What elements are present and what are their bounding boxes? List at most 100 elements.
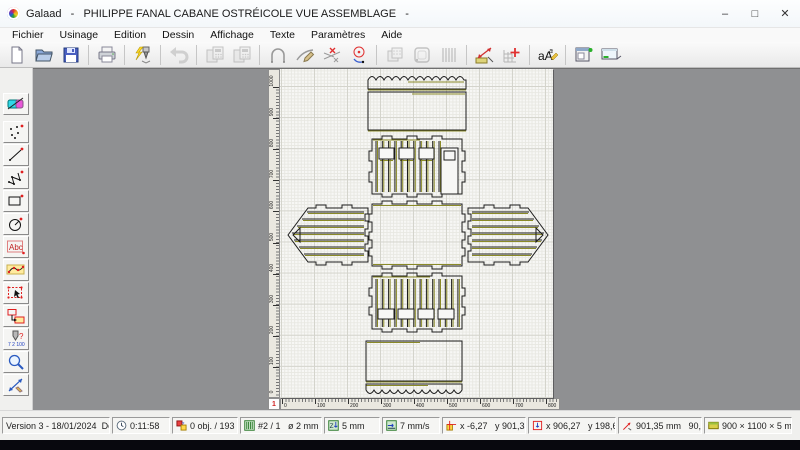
circle-tool-button[interactable] xyxy=(3,213,29,235)
v-ruler-label: 200 xyxy=(269,320,275,340)
front-window-1 xyxy=(379,148,394,159)
toolbar-separator xyxy=(160,45,161,65)
point-tool-button[interactable] xyxy=(3,121,29,143)
status-material[interactable]: 900 × 1100 × 5 mm xyxy=(704,417,792,434)
svg-text:7 2 100: 7 2 100 xyxy=(8,342,25,348)
roof-panel[interactable] xyxy=(368,92,466,130)
rectangle-tool-button[interactable] xyxy=(3,190,29,212)
h-ruler-label: 100 xyxy=(317,403,325,409)
menu-item-fichier[interactable]: Fichier xyxy=(4,28,52,42)
copy-milling-1-button[interactable] xyxy=(201,43,228,67)
status-version-text: Version 3 - 18/01/2024 Demo xyxy=(6,421,110,431)
menu-item-edition[interactable]: Edition xyxy=(106,28,154,42)
galaad-window: Galaad - PHILIPPE FANAL CABANE OSTRÉICOL… xyxy=(0,0,800,450)
menu-item-affichage[interactable]: Affichage xyxy=(202,28,262,42)
h-ruler-tick xyxy=(381,399,382,404)
hatch-fill-button[interactable] xyxy=(435,43,462,67)
right-gable-slats xyxy=(472,212,544,254)
join-curves-button[interactable] xyxy=(291,43,318,67)
new-file-button[interactable] xyxy=(3,43,30,67)
speed-icon xyxy=(386,420,397,431)
open-file-button[interactable] xyxy=(30,43,57,67)
v-ruler-label: 700 xyxy=(269,164,275,184)
select-zone-tool-button[interactable] xyxy=(3,282,29,304)
back-vent-2 xyxy=(398,309,414,319)
close-button[interactable]: ✕ xyxy=(770,0,800,27)
mill-params-tool-button[interactable]: ?7 2 100 xyxy=(3,328,29,350)
print-button[interactable] xyxy=(93,43,120,67)
drawing-page[interactable] xyxy=(280,69,553,398)
status-tool[interactable]: #2 / 1 ø 2 mm xyxy=(240,417,322,434)
svg-text:?: ? xyxy=(182,421,185,427)
status-depth-text: 5 mm xyxy=(342,421,365,431)
h-ruler-tick xyxy=(348,399,349,404)
back-vent-4 xyxy=(438,309,454,319)
minimize-button[interactable]: – xyxy=(710,0,740,27)
status-speed[interactable]: 7 mm/s xyxy=(382,417,440,434)
menu-item-aide[interactable]: Aide xyxy=(373,28,410,42)
assembly-drawing[interactable] xyxy=(280,69,553,398)
app-logo-icon xyxy=(7,7,20,20)
surface-tool-button[interactable] xyxy=(3,93,29,115)
h-ruler-label: 800 xyxy=(548,403,556,409)
measure-tool-button[interactable] xyxy=(3,374,29,396)
text-tool-button[interactable]: Abc xyxy=(3,236,29,258)
toolbar-separator xyxy=(88,45,89,65)
polyline-tool-button[interactable] xyxy=(3,167,29,189)
position-icon xyxy=(446,420,457,431)
h-ruler-label: 700 xyxy=(515,403,523,409)
page-tab[interactable]: 1 xyxy=(268,398,280,410)
maximize-button[interactable]: □ xyxy=(740,0,770,27)
roof-edge-strip[interactable] xyxy=(368,77,466,90)
menu-item-usinage[interactable]: Usinage xyxy=(52,28,107,42)
order-tool-button[interactable] xyxy=(3,305,29,327)
save-file-button[interactable] xyxy=(57,43,84,67)
status-objects-text: 0 obj. / 193 xyxy=(190,421,235,431)
back-vent-1 xyxy=(378,309,394,319)
text-format-button[interactable]: aAa xyxy=(534,43,561,67)
h-ruler-tick xyxy=(282,399,283,404)
distance-icon xyxy=(622,420,633,431)
menubar: FichierUsinageEditionDessinAffichageText… xyxy=(0,28,800,42)
v-ruler-label: 600 xyxy=(269,195,275,215)
contour-offset-button[interactable] xyxy=(408,43,435,67)
horizontal-ruler: 0100200300400500600700800 xyxy=(280,398,560,410)
h-ruler-tick xyxy=(315,399,316,404)
curve-points-tool-button[interactable] xyxy=(3,259,29,281)
arch-shape-button[interactable] xyxy=(264,43,291,67)
grid-position-button[interactable] xyxy=(498,43,525,67)
window-title: Galaad - PHILIPPE FANAL CABANE OSTRÉICOL… xyxy=(26,8,409,20)
center-point-button[interactable] xyxy=(345,43,372,67)
front-window-2 xyxy=(399,148,414,159)
status-material-text: 900 × 1100 × 5 mm xyxy=(722,421,792,431)
v-ruler-label: 900 xyxy=(269,102,275,122)
h-ruler-label: 0 xyxy=(284,403,287,409)
toolbar-separator xyxy=(196,45,197,65)
toolbar-separator xyxy=(259,45,260,65)
screen-view-button[interactable] xyxy=(597,43,624,67)
measure-ruler-button[interactable] xyxy=(471,43,498,67)
zoom-tool-button[interactable] xyxy=(3,351,29,373)
menu-item-dessin[interactable]: Dessin xyxy=(154,28,202,42)
window-layout-button[interactable] xyxy=(570,43,597,67)
menu-item-texte[interactable]: Texte xyxy=(262,28,303,42)
svg-text:Abc: Abc xyxy=(9,243,23,252)
titlebar[interactable]: Galaad - PHILIPPE FANAL CABANE OSTRÉICOL… xyxy=(0,0,800,28)
menu-item-paramètres[interactable]: Paramètres xyxy=(303,28,373,42)
statusbar: Version 3 - 18/01/2024 Demo0:11:58?0 obj… xyxy=(0,410,800,440)
status-depth[interactable]: Z5 mm xyxy=(324,417,380,434)
undo-button[interactable] xyxy=(165,43,192,67)
h-ruler-label: 200 xyxy=(350,403,358,409)
machine-mill-button[interactable] xyxy=(129,43,156,67)
status-objects: ? 0 obj. / 193 xyxy=(172,417,238,434)
tool-palette: Abc?7 2 1002 xyxy=(0,68,33,410)
status-distance-text: 901,35 mm 90,4° xyxy=(636,421,702,431)
copy-milling-2-button[interactable] xyxy=(228,43,255,67)
base-panel[interactable] xyxy=(366,341,462,381)
cut-break-button[interactable] xyxy=(318,43,345,67)
duplicate-block-button[interactable] xyxy=(381,43,408,67)
objects-icon: ? xyxy=(176,420,187,431)
drawing-canvas[interactable]: 01002003004005006007008009001000 0100200… xyxy=(33,68,800,410)
line-tool-button[interactable] xyxy=(3,144,29,166)
floor-panel[interactable] xyxy=(369,201,465,269)
